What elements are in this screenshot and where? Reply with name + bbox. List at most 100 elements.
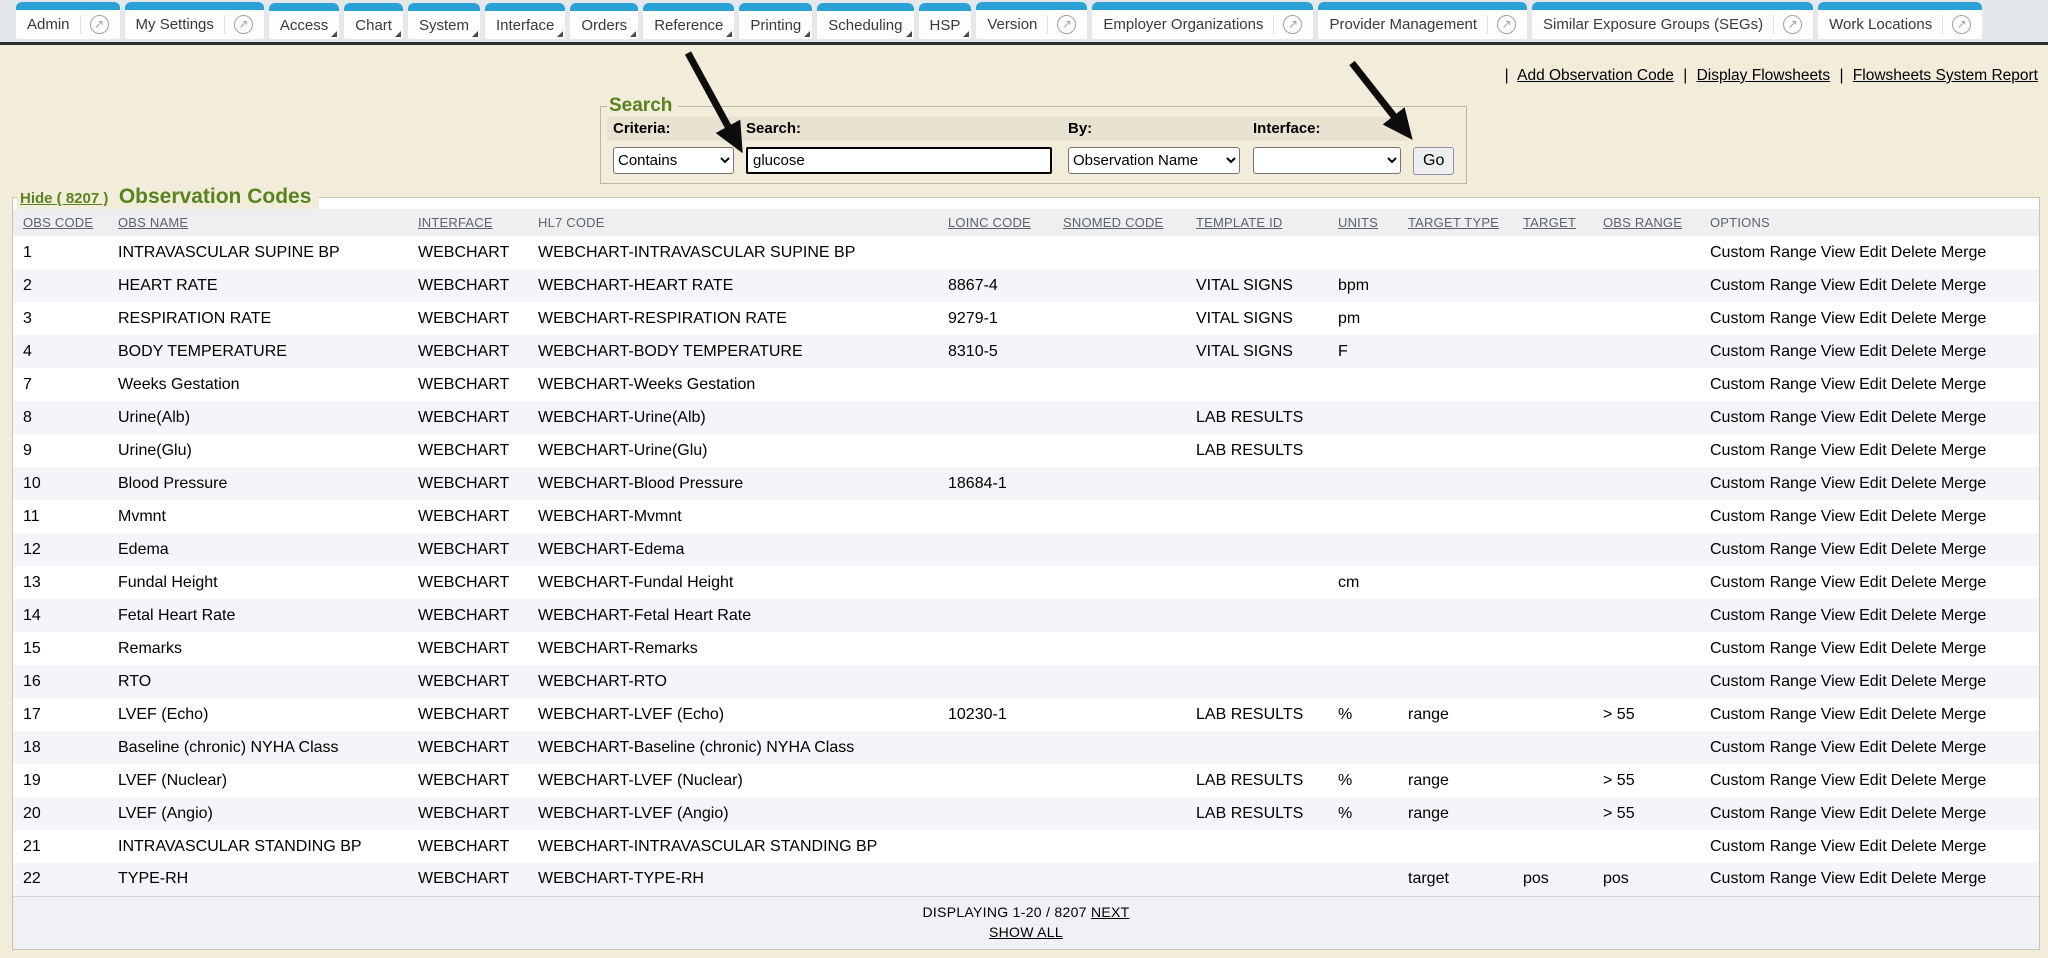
- delete-link[interactable]: Delete: [1891, 277, 1937, 294]
- edit-link[interactable]: Edit: [1859, 343, 1887, 360]
- view-link[interactable]: View: [1821, 409, 1855, 426]
- custom-range-link[interactable]: Custom Range: [1710, 772, 1817, 789]
- next-link[interactable]: NEXT: [1091, 904, 1130, 920]
- column-header-label-obs-range[interactable]: OBS RANGE: [1603, 215, 1682, 230]
- hide-count-link[interactable]: Hide ( 8207 ): [20, 190, 108, 207]
- go-button[interactable]: Go: [1413, 147, 1454, 175]
- open-new-window-icon[interactable]: ↗: [1057, 15, 1076, 34]
- tab-version[interactable]: Version↗: [976, 2, 1087, 39]
- tab-system[interactable]: System: [408, 3, 480, 39]
- merge-link[interactable]: Merge: [1941, 772, 1986, 789]
- column-header-label-units[interactable]: UNITS: [1338, 215, 1378, 230]
- view-link[interactable]: View: [1821, 673, 1855, 690]
- open-new-window-icon[interactable]: ↗: [234, 15, 253, 34]
- custom-range-link[interactable]: Custom Range: [1710, 508, 1817, 525]
- custom-range-link[interactable]: Custom Range: [1710, 277, 1817, 294]
- view-link[interactable]: View: [1821, 310, 1855, 327]
- delete-link[interactable]: Delete: [1891, 343, 1937, 360]
- custom-range-link[interactable]: Custom Range: [1710, 442, 1817, 459]
- merge-link[interactable]: Merge: [1941, 244, 1986, 261]
- edit-link[interactable]: Edit: [1859, 442, 1887, 459]
- delete-link[interactable]: Delete: [1891, 772, 1937, 789]
- custom-range-link[interactable]: Custom Range: [1710, 870, 1817, 887]
- view-link[interactable]: View: [1821, 706, 1855, 723]
- merge-link[interactable]: Merge: [1941, 739, 1986, 756]
- custom-range-link[interactable]: Custom Range: [1710, 574, 1817, 591]
- delete-link[interactable]: Delete: [1891, 607, 1937, 624]
- add-observation-code-link[interactable]: Add Observation Code: [1517, 67, 1674, 84]
- search-input[interactable]: [746, 147, 1052, 174]
- view-link[interactable]: View: [1821, 772, 1855, 789]
- custom-range-link[interactable]: Custom Range: [1710, 541, 1817, 558]
- view-link[interactable]: View: [1821, 805, 1855, 822]
- merge-link[interactable]: Merge: [1941, 277, 1986, 294]
- delete-link[interactable]: Delete: [1891, 376, 1937, 393]
- merge-link[interactable]: Merge: [1941, 442, 1986, 459]
- edit-link[interactable]: Edit: [1859, 475, 1887, 492]
- tab-interface[interactable]: Interface: [485, 3, 565, 39]
- open-new-window-icon[interactable]: ↗: [1783, 15, 1802, 34]
- tab-employer-organizations[interactable]: Employer Organizations↗: [1092, 2, 1313, 39]
- custom-range-link[interactable]: Custom Range: [1710, 805, 1817, 822]
- show-all-link[interactable]: SHOW ALL: [989, 924, 1063, 940]
- view-link[interactable]: View: [1821, 475, 1855, 492]
- delete-link[interactable]: Delete: [1891, 310, 1937, 327]
- custom-range-link[interactable]: Custom Range: [1710, 838, 1817, 855]
- edit-link[interactable]: Edit: [1859, 640, 1887, 657]
- interface-select[interactable]: [1253, 147, 1401, 174]
- merge-link[interactable]: Merge: [1941, 673, 1986, 690]
- edit-link[interactable]: Edit: [1859, 310, 1887, 327]
- delete-link[interactable]: Delete: [1891, 739, 1937, 756]
- custom-range-link[interactable]: Custom Range: [1710, 244, 1817, 261]
- merge-link[interactable]: Merge: [1941, 310, 1986, 327]
- delete-link[interactable]: Delete: [1891, 640, 1937, 657]
- tab-reference[interactable]: Reference: [643, 3, 734, 39]
- view-link[interactable]: View: [1821, 277, 1855, 294]
- merge-link[interactable]: Merge: [1941, 838, 1986, 855]
- merge-link[interactable]: Merge: [1941, 409, 1986, 426]
- edit-link[interactable]: Edit: [1859, 508, 1887, 525]
- edit-link[interactable]: Edit: [1859, 607, 1887, 624]
- column-header-label-target-type[interactable]: TARGET TYPE: [1408, 215, 1499, 230]
- delete-link[interactable]: Delete: [1891, 508, 1937, 525]
- view-link[interactable]: View: [1821, 870, 1855, 887]
- tab-my-settings[interactable]: My Settings↗: [125, 2, 264, 39]
- delete-link[interactable]: Delete: [1891, 805, 1937, 822]
- merge-link[interactable]: Merge: [1941, 475, 1986, 492]
- merge-link[interactable]: Merge: [1941, 541, 1986, 558]
- tab-scheduling[interactable]: Scheduling: [817, 3, 913, 39]
- tab-provider-management[interactable]: Provider Management↗: [1318, 2, 1527, 39]
- open-new-window-icon[interactable]: ↗: [1952, 15, 1971, 34]
- edit-link[interactable]: Edit: [1859, 574, 1887, 591]
- view-link[interactable]: View: [1821, 541, 1855, 558]
- custom-range-link[interactable]: Custom Range: [1710, 607, 1817, 624]
- delete-link[interactable]: Delete: [1891, 541, 1937, 558]
- delete-link[interactable]: Delete: [1891, 244, 1937, 261]
- view-link[interactable]: View: [1821, 343, 1855, 360]
- merge-link[interactable]: Merge: [1941, 376, 1986, 393]
- edit-link[interactable]: Edit: [1859, 673, 1887, 690]
- open-new-window-icon[interactable]: ↗: [1283, 15, 1302, 34]
- edit-link[interactable]: Edit: [1859, 706, 1887, 723]
- merge-link[interactable]: Merge: [1941, 805, 1986, 822]
- by-select[interactable]: Observation Name: [1068, 147, 1240, 174]
- tab-work-locations[interactable]: Work Locations↗: [1818, 2, 1982, 39]
- merge-link[interactable]: Merge: [1941, 574, 1986, 591]
- merge-link[interactable]: Merge: [1941, 706, 1986, 723]
- view-link[interactable]: View: [1821, 838, 1855, 855]
- tab-orders[interactable]: Orders: [570, 3, 638, 39]
- view-link[interactable]: View: [1821, 376, 1855, 393]
- column-header-label-loinc-code[interactable]: LOINC CODE: [948, 215, 1031, 230]
- delete-link[interactable]: Delete: [1891, 706, 1937, 723]
- column-header-label-interface[interactable]: INTERFACE: [418, 215, 493, 230]
- tab-hsp[interactable]: HSP: [919, 3, 972, 39]
- merge-link[interactable]: Merge: [1941, 870, 1986, 887]
- custom-range-link[interactable]: Custom Range: [1710, 673, 1817, 690]
- column-header-label-obs-code[interactable]: OBS CODE: [23, 215, 93, 230]
- column-header-label-target[interactable]: TARGET: [1523, 215, 1576, 230]
- custom-range-link[interactable]: Custom Range: [1710, 739, 1817, 756]
- tab-access[interactable]: Access: [269, 3, 339, 39]
- merge-link[interactable]: Merge: [1941, 607, 1986, 624]
- column-header-label-obs-name[interactable]: OBS NAME: [118, 215, 188, 230]
- tab-printing[interactable]: Printing: [739, 3, 812, 39]
